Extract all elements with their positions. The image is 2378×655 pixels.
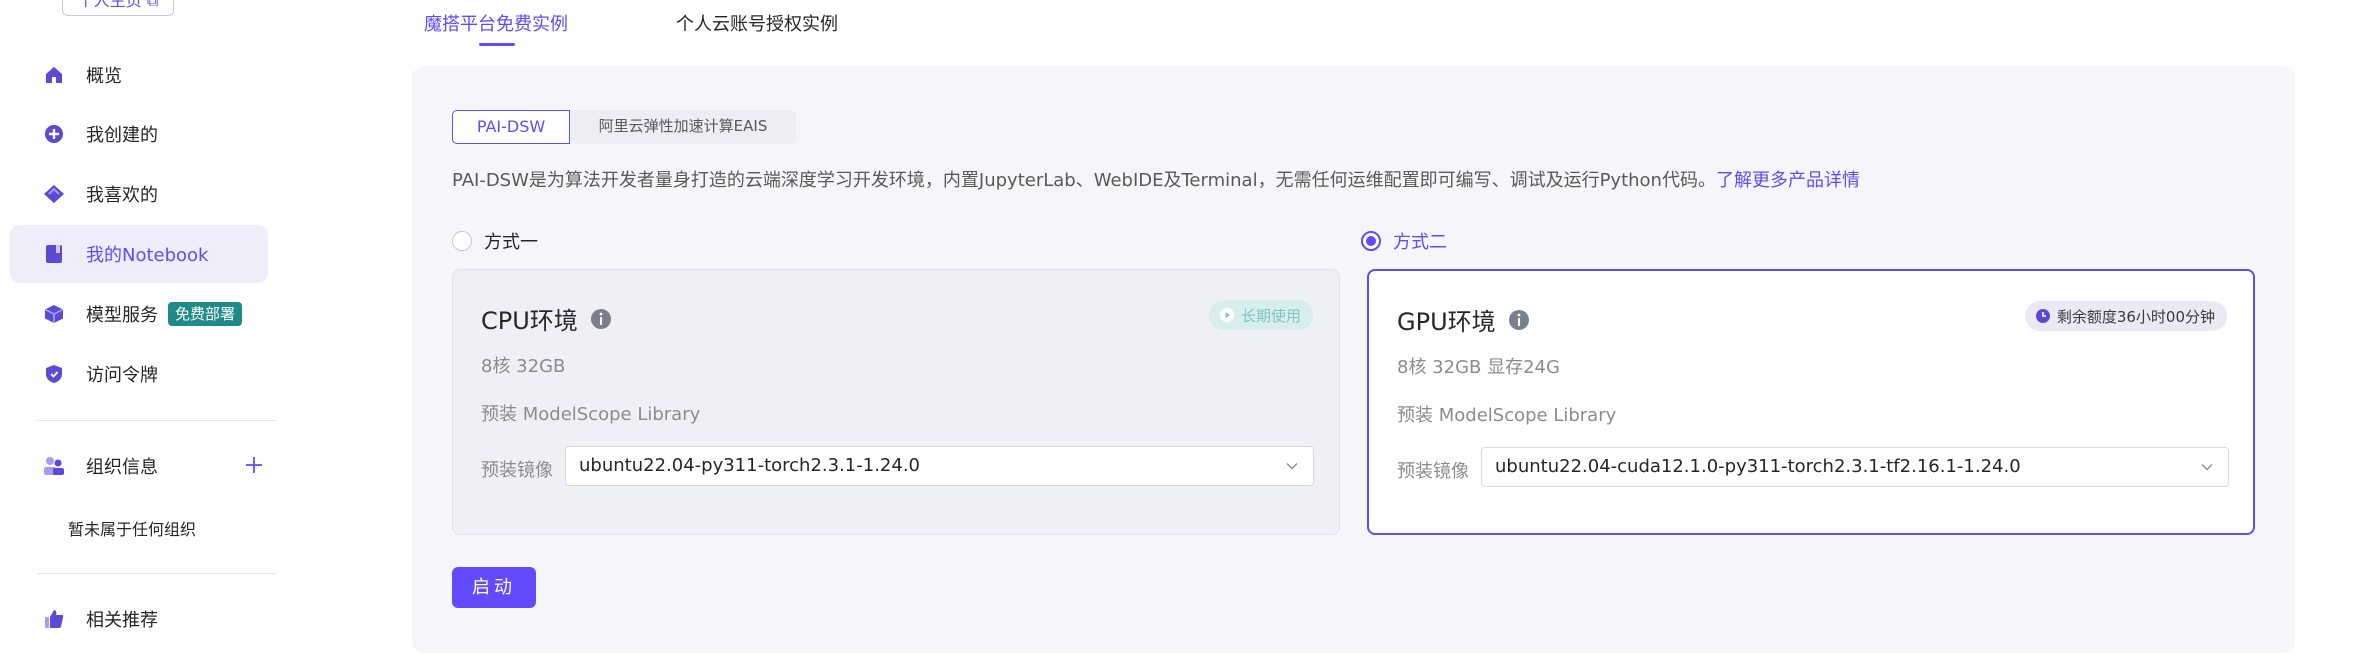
tab-free-instance[interactable]: 魔搭平台免费实例 (424, 10, 568, 36)
sidebar-item-recommend[interactable]: 相关推荐 (10, 590, 268, 648)
org-icon (43, 455, 65, 477)
sidebar-item-org[interactable]: 组织信息 (10, 437, 268, 495)
card-title: GPU环境 (1397, 302, 1530, 337)
thumbs-up-icon (43, 608, 65, 630)
card-library: 预装 ModelScope Library (481, 404, 701, 425)
free-deploy-badge: 免费部署 (168, 302, 243, 326)
card-title-text: GPU环境 (1397, 308, 1496, 336)
chevron-down-icon (1286, 463, 1298, 470)
org-empty-text: 暂未属于任何组织 (68, 520, 197, 539)
option-1-radio[interactable]: 方式一 (452, 228, 538, 254)
card-spec: 8核 32GB (481, 356, 566, 377)
info-icon[interactable] (590, 308, 612, 330)
start-button[interactable]: 启动 (452, 567, 536, 608)
cube-icon (43, 303, 65, 325)
sidebar-item-overview[interactable]: 概览 (10, 46, 268, 104)
plus-circle-icon (43, 123, 65, 145)
sidebar-item-created[interactable]: 我创建的 (10, 105, 268, 163)
sidebar-divider (37, 420, 277, 421)
radio-circle[interactable] (452, 231, 472, 251)
sidebar-item-access-token[interactable]: 访问令牌 (10, 345, 268, 403)
play-icon (1219, 308, 1234, 322)
sidebar-item-model-service[interactable]: 模型服务 免费部署 (10, 285, 268, 343)
active-tab-indicator (479, 43, 515, 46)
cpu-env-card[interactable]: CPU环境 长期使用 8核 32GB 预装 ModelScope Library… (452, 269, 1340, 535)
image-label: 预装镜像 (481, 460, 553, 481)
sidebar-item-label: 概览 (86, 66, 122, 87)
sidebar-item-label: 我的Notebook (86, 245, 209, 266)
card-library: 预装 ModelScope Library (1397, 405, 1617, 426)
image-label: 预装镜像 (1397, 461, 1469, 482)
chevron-down-icon (2201, 464, 2213, 471)
sidebar-item-label: 我创建的 (86, 125, 158, 146)
radio-circle[interactable] (1361, 231, 1381, 251)
card-title: CPU环境 (481, 301, 612, 336)
sidebar-item-label: 访问令牌 (86, 365, 158, 386)
sidebar-divider (37, 573, 277, 574)
cpu-image-select[interactable]: ubuntu22.04-py311-torch2.3.1-1.24.0 (565, 446, 1314, 486)
sidebar-item-notebook[interactable]: 我的Notebook (10, 225, 268, 283)
card-title-text: CPU环境 (481, 307, 578, 335)
sidebar-item-label: 相关推荐 (86, 610, 158, 631)
gpu-image-select[interactable]: ubuntu22.04-cuda12.1.0-py311-torch2.3.1-… (1481, 447, 2229, 487)
homepage-button[interactable]: 个人主页 ⧉ (62, 0, 174, 16)
shield-icon (43, 363, 65, 385)
card-spec: 8核 32GB 显存24G (1397, 357, 1560, 378)
segment-eais[interactable]: 阿里云弹性加速计算EAIS (570, 110, 796, 144)
select-value: ubuntu22.04-py311-torch2.3.1-1.24.0 (579, 455, 920, 476)
info-icon[interactable] (1508, 309, 1530, 331)
segment-pai-dsw[interactable]: PAI-DSW (452, 110, 570, 144)
learn-more-link[interactable]: 了解更多产品详情 (1716, 170, 1860, 191)
diamond-icon (43, 183, 65, 205)
remaining-quota-badge: 剩余额度36小时00分钟 (2024, 301, 2227, 331)
sidebar: 个人主页 ⧉ 概览 我创建的 我喜欢的 我的Notebook 模型服务 免费部署 (0, 0, 290, 655)
product-description: PAI-DSW是为算法开发者量身打造的云端深度学习开发环境，内置JupyterL… (452, 166, 1860, 192)
clock-icon (2035, 309, 2050, 323)
long-term-badge: 长期使用 (1208, 300, 1313, 330)
option-2-radio[interactable]: 方式二 (1361, 228, 1447, 254)
radio-label: 方式一 (484, 232, 538, 253)
tab-personal-cloud[interactable]: 个人云账号授权实例 (676, 10, 838, 36)
sidebar-item-label: 组织信息 (86, 457, 158, 478)
home-icon (43, 64, 65, 86)
radio-label: 方式二 (1393, 232, 1447, 253)
pill-text: 长期使用 (1240, 306, 1301, 325)
sidebar-item-favorites[interactable]: 我喜欢的 (10, 165, 268, 223)
gpu-env-card[interactable]: GPU环境 剩余额度36小时00分钟 8核 32GB 显存24G 预装 Mode… (1367, 269, 2255, 535)
sidebar-item-label: 模型服务 (86, 305, 158, 326)
book-icon (43, 243, 65, 265)
description-text: PAI-DSW是为算法开发者量身打造的云端深度学习开发环境，内置JupyterL… (452, 170, 1716, 191)
add-org-icon[interactable] (242, 453, 266, 477)
select-value: ubuntu22.04-cuda12.1.0-py311-torch2.3.1-… (1495, 456, 2021, 477)
sidebar-item-label: 我喜欢的 (86, 185, 158, 206)
pill-text: 剩余额度36小时00分钟 (2056, 307, 2215, 326)
